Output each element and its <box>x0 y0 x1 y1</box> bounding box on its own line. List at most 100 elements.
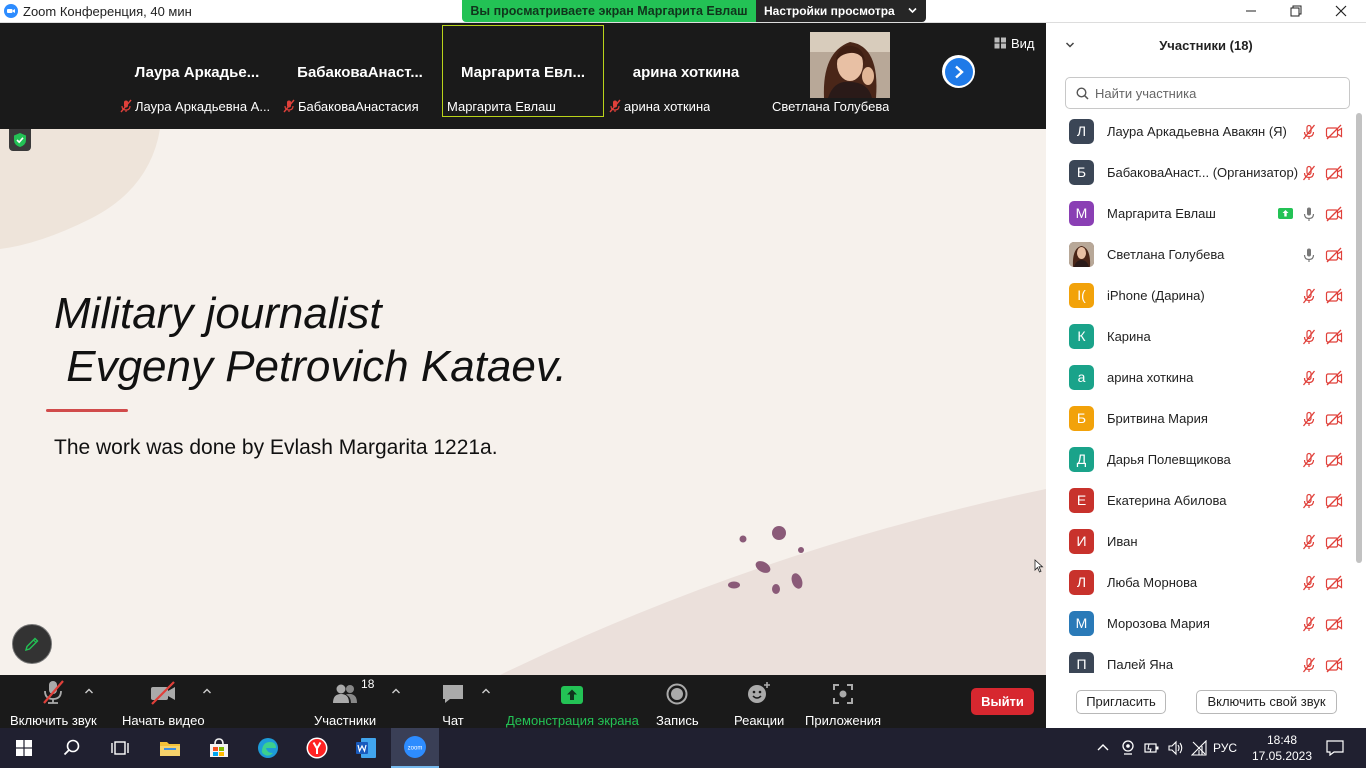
maximize-button[interactable] <box>1273 0 1319 22</box>
battery-tray-icon[interactable] <box>1144 740 1160 756</box>
record-label: Запись <box>656 713 699 728</box>
video-tile-active-speaker[interactable]: Маргарита Евл... Маргарита Евлаш <box>442 25 604 117</box>
participant-avatar: Л <box>1069 119 1094 144</box>
video-off-icon <box>1325 657 1343 672</box>
video-off-icon <box>1325 411 1343 426</box>
leave-button[interactable]: Выйти <box>971 688 1034 715</box>
search-icon <box>1076 86 1089 100</box>
word-taskbar-icon[interactable] <box>342 728 390 768</box>
participant-name: Маргарита Евлаш <box>1107 206 1216 221</box>
share-screen-button[interactable]: Демонстрация экрана <box>506 681 639 728</box>
participant-status-icons <box>1301 124 1343 140</box>
language-indicator[interactable]: РУС <box>1213 741 1237 755</box>
audio-options-caret-icon[interactable] <box>84 687 94 695</box>
minimize-button[interactable] <box>1228 0 1274 22</box>
tile-name: Лаура Аркадье... <box>134 64 260 81</box>
video-off-icon <box>1325 329 1343 344</box>
invite-button[interactable]: Пригласить <box>1076 690 1166 714</box>
mic-muted-icon <box>1302 411 1316 426</box>
participant-row[interactable]: Л Люба Морнова <box>1046 562 1356 603</box>
network-tray-icon[interactable] <box>1191 740 1207 756</box>
participant-row[interactable]: К Карина <box>1046 316 1356 357</box>
start-video-button[interactable]: Начать видео <box>122 681 205 728</box>
participant-row[interactable]: М Морозова Мария <box>1046 603 1356 644</box>
yandex-taskbar-icon[interactable] <box>293 728 341 768</box>
slide-title: Military journalist Evgeny Petrovich Kat… <box>54 289 567 391</box>
view-options-button[interactable]: Настройки просмотра <box>756 0 926 22</box>
participant-row[interactable]: Светлана Голубева <box>1046 234 1356 275</box>
chat-label: Чат <box>442 713 464 728</box>
participant-row[interactable]: Е Екатерина Абилова <box>1046 480 1356 521</box>
taskbar-search-button[interactable] <box>48 728 96 768</box>
share-screen-icon <box>561 686 584 704</box>
participant-search[interactable] <box>1065 77 1350 109</box>
participant-row[interactable]: И Иван <box>1046 521 1356 562</box>
chevron-up-icon[interactable] <box>1097 743 1109 751</box>
webcam-tray-icon[interactable] <box>1121 740 1135 756</box>
security-shield-icon[interactable] <box>9 129 31 151</box>
record-button[interactable]: Запись <box>656 681 699 728</box>
participant-avatar: М <box>1069 201 1094 226</box>
video-tile[interactable]: арина хоткина арина хоткина <box>606 26 766 116</box>
chat-button[interactable]: Чат <box>441 681 465 728</box>
edge-taskbar-icon[interactable] <box>244 728 292 768</box>
participants-button[interactable]: 18 Участники <box>314 677 376 728</box>
participant-status-icons <box>1301 575 1343 591</box>
participant-name: арина хоткина <box>1107 370 1194 385</box>
participant-avatar: И <box>1069 529 1094 554</box>
chat-options-caret-icon[interactable] <box>481 687 491 695</box>
mic-muted-icon <box>1302 452 1316 467</box>
store-taskbar-icon[interactable] <box>195 728 243 768</box>
svg-text:zoom: zoom <box>408 746 423 752</box>
video-tile[interactable]: БабаковаАнаст... БабаковаАнастасия <box>280 26 440 116</box>
video-off-icon <box>1325 616 1343 631</box>
annotate-button[interactable] <box>12 624 52 664</box>
apps-button[interactable]: Приложения <box>805 681 881 728</box>
participant-row[interactable]: а арина хоткина <box>1046 357 1356 398</box>
volume-tray-icon[interactable] <box>1168 740 1184 756</box>
mic-muted-icon <box>43 680 65 704</box>
participant-status-icons <box>1301 288 1343 304</box>
participant-avatar: Л <box>1069 570 1094 595</box>
start-button[interactable] <box>0 728 48 768</box>
participant-row[interactable]: Б БабаковаАнаст... (Организатор) <box>1046 152 1356 193</box>
tile-name: БабаковаАнаст... <box>297 64 423 81</box>
participant-row[interactable]: П Палей Яна <box>1046 644 1356 673</box>
participant-status-icons <box>1301 370 1343 386</box>
participant-row[interactable]: I(iPhone (Дарина) <box>1046 275 1356 316</box>
participant-name: Карина <box>1107 329 1151 344</box>
view-label: Вид <box>1011 35 1035 51</box>
close-button[interactable] <box>1318 0 1364 22</box>
minimize-icon <box>1246 10 1256 12</box>
participant-name: Иван <box>1107 534 1138 549</box>
tile-label-text: БабаковаАнастасия <box>298 98 419 114</box>
task-view-button[interactable] <box>96 728 144 768</box>
video-options-caret-icon[interactable] <box>202 687 212 695</box>
notifications-icon[interactable] <box>1326 740 1344 756</box>
search-input[interactable] <box>1095 85 1325 101</box>
reactions-button[interactable]: Реакции <box>734 681 784 728</box>
participant-avatar: М <box>1069 611 1094 636</box>
scrollbar-thumb[interactable] <box>1356 113 1362 563</box>
title-bar: Zoom Конференция, 40 мин Вы просматривае… <box>0 0 1366 23</box>
participant-row[interactable]: Д Дарья Полевщикова <box>1046 439 1356 480</box>
participant-status-icons <box>1301 411 1343 427</box>
participant-row[interactable]: М Маргарита Евлаш <box>1046 193 1356 234</box>
mic-muted-icon <box>1302 575 1316 590</box>
participant-name: Палей Яна <box>1107 657 1174 672</box>
participant-row[interactable]: Л Лаура Аркадьевна Авакян (Я) <box>1046 111 1356 152</box>
unmute-myself-button[interactable]: Включить свой звук <box>1196 690 1337 714</box>
view-button[interactable]: Вид <box>994 34 1035 52</box>
participant-status-icons <box>1301 493 1343 509</box>
zoom-taskbar-icon[interactable]: zoom <box>391 728 439 768</box>
video-tile[interactable]: Светлана Голубева <box>768 26 928 116</box>
clock[interactable]: 18:48 17.05.2023 <box>1247 732 1317 764</box>
participant-row[interactable]: Б Бритвина Мария <box>1046 398 1356 439</box>
close-icon <box>1335 5 1347 17</box>
reactions-label: Реакции <box>734 713 785 728</box>
video-tile[interactable]: Лаура Аркадье... Лаура Аркадьевна А... <box>117 26 277 116</box>
panel-scrollbar[interactable] <box>1355 113 1363 673</box>
file-explorer-taskbar-icon[interactable] <box>146 728 194 768</box>
next-page-button[interactable] <box>942 55 975 88</box>
participants-options-caret-icon[interactable] <box>391 687 401 695</box>
